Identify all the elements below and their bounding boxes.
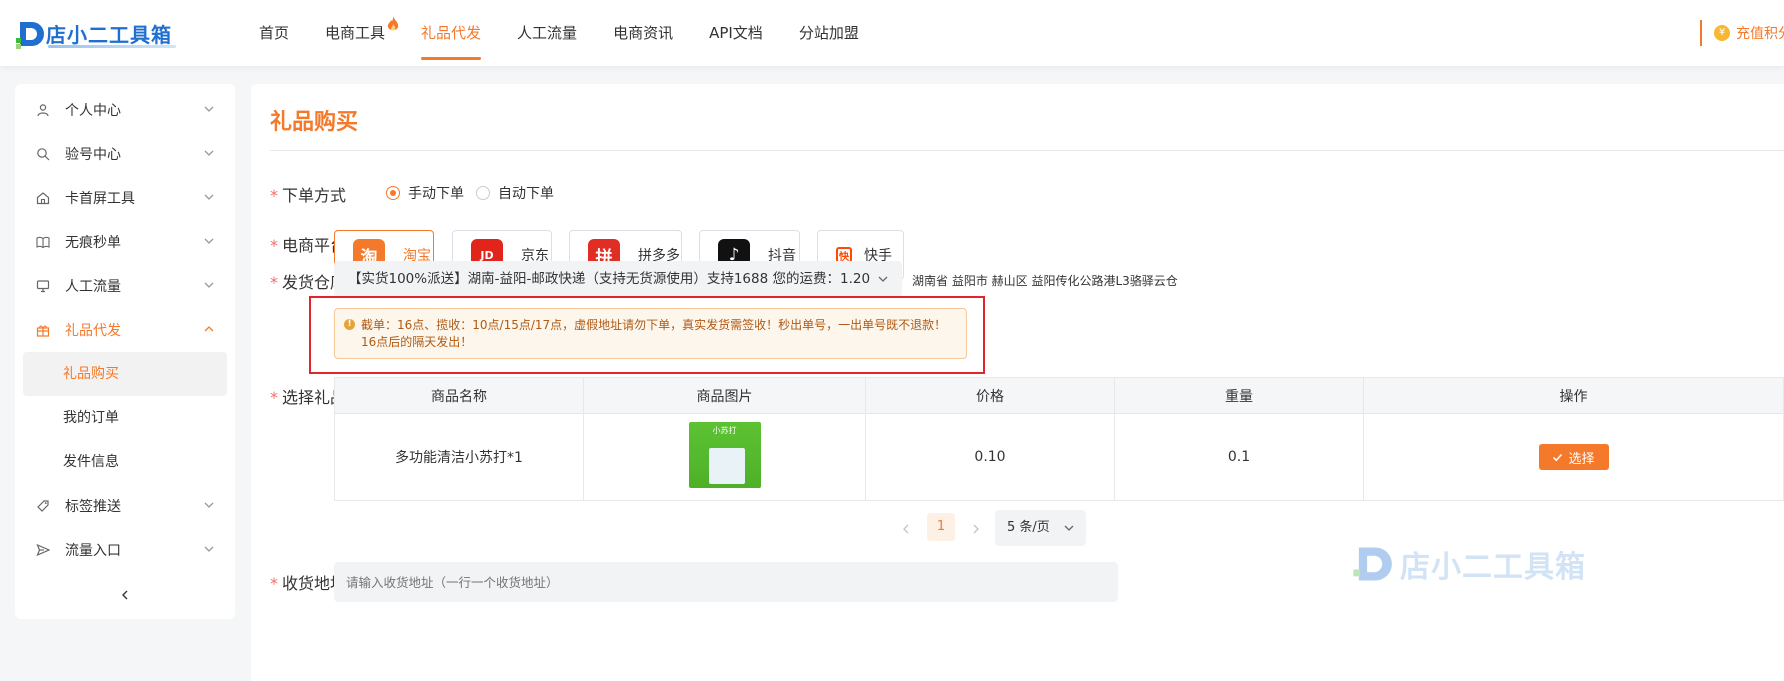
radio-manual-order[interactable]: 手动下单 <box>386 183 464 203</box>
fire-icon <box>387 16 399 31</box>
sidebar-item-label: 验号中心 <box>65 147 121 163</box>
sidebar-item-tag-push[interactable]: 标签推送 <box>15 484 235 528</box>
recharge-label: 充值积分 <box>1736 26 1784 42</box>
nav-ecommerce-news[interactable]: 电商资讯 <box>613 0 673 66</box>
nav-franchise[interactable]: 分站加盟 <box>799 0 859 66</box>
search-icon <box>35 146 51 162</box>
nav-api-docs[interactable]: API文档 <box>709 0 763 66</box>
warning-icon: ! <box>344 319 355 330</box>
chevron-up-icon <box>204 326 214 332</box>
book-icon <box>35 234 51 250</box>
order-mode-label: * 下单方式 <box>270 186 347 205</box>
page-title: 礼品购买 <box>270 110 359 135</box>
sidebar-item-traffic-entry[interactable]: 流量入口 <box>15 528 235 572</box>
chevron-down-icon <box>204 238 214 244</box>
page-number-current[interactable]: 1 <box>927 513 955 541</box>
sidebar-item-label: 人工流量 <box>65 279 121 295</box>
chevron-down-icon <box>204 150 214 156</box>
address-input[interactable] <box>334 562 1118 602</box>
nav-manual-traffic[interactable]: 人工流量 <box>517 0 577 66</box>
warehouse-select[interactable]: 【实货100%派送】湖南-益阳-邮政快递（支持无货源使用）支持1688 您的运费… <box>334 261 902 297</box>
product-image: 小苏打 <box>688 422 761 488</box>
sidebar-item-manual-traffic[interactable]: 人工流量 <box>15 264 235 308</box>
product-action-cell: 选择 <box>1363 413 1784 501</box>
top-header: 店小二工具箱 首页 电商工具 礼品代发 人工流量 电商资讯 API文档 分站加盟… <box>0 0 1784 66</box>
sidebar-subitem-sender-info[interactable]: 发件信息 <box>23 440 227 484</box>
sidebar-item-label: 标签推送 <box>65 499 121 515</box>
nav-home[interactable]: 首页 <box>259 0 289 66</box>
col-price: 价格 <box>865 377 1115 414</box>
sidebar-item-label: 无痕秒单 <box>65 235 121 251</box>
chevron-down-icon <box>204 546 214 552</box>
radio-dot <box>476 186 490 200</box>
chevron-left-icon <box>122 590 128 600</box>
send-icon <box>35 542 51 558</box>
sidebar-subitem-gift-purchase[interactable]: 礼品购买 <box>23 352 227 396</box>
col-product-name: 商品名称 <box>334 377 584 414</box>
nav-gift-delivery[interactable]: 礼品代发 <box>421 0 482 66</box>
divider <box>270 150 1784 151</box>
page-next-icon[interactable] <box>971 524 981 534</box>
sidebar-item-seamless-order[interactable]: 无痕秒单 <box>15 220 235 264</box>
coin-icon: ¥ <box>1714 25 1730 41</box>
nav-ecommerce-tools[interactable]: 电商工具 <box>325 0 399 66</box>
chevron-down-icon <box>204 106 214 112</box>
notice-alert: ! 截单：16点、揽收：10点/15点/17点，虚假地址请勿下单，真实发货需签收… <box>334 308 967 359</box>
sidebar-subitem-my-orders[interactable]: 我的订单 <box>23 396 227 440</box>
logo-icon <box>16 22 44 49</box>
chevron-down-icon <box>204 282 214 288</box>
chevron-down-icon <box>204 502 214 508</box>
page-size-select[interactable]: 5 条/页 <box>995 510 1086 546</box>
gift-table: 商品名称 商品图片 价格 重量 操作 多功能清洁小苏打*1 小苏打 0.10 0… <box>334 377 1784 501</box>
sidebar-item-label: 个人中心 <box>65 103 121 119</box>
site-logo[interactable]: 店小二工具箱 <box>16 18 176 50</box>
table-header-row: 商品名称 商品图片 价格 重量 操作 <box>334 377 1784 414</box>
monitor-icon <box>35 278 51 294</box>
select-product-button[interactable]: 选择 <box>1538 444 1609 470</box>
col-weight: 重量 <box>1114 377 1364 414</box>
logo-underline <box>48 45 176 48</box>
sidebar-item-label: 礼品代发 <box>65 323 121 339</box>
user-icon <box>35 102 51 118</box>
main-panel: 礼品购买 * 下单方式 手动下单 自动下单 * 电商平台 淘 淘宝 JD 京东 拼 … <box>251 84 1784 681</box>
product-name: 多功能清洁小苏打*1 <box>334 413 584 501</box>
product-weight: 0.1 <box>1114 413 1364 501</box>
sidebar-item-gift-delivery[interactable]: 礼品代发 <box>15 308 235 352</box>
product-image-cell: 小苏打 <box>583 413 866 501</box>
check-icon <box>1553 453 1563 461</box>
sidebar-collapse-button[interactable] <box>15 589 235 605</box>
logo-text: 店小二工具箱 <box>46 23 172 47</box>
col-product-image: 商品图片 <box>583 377 866 414</box>
radio-dot <box>386 186 400 200</box>
recharge-button[interactable]: ¥ 充值积分 <box>1700 20 1784 46</box>
radio-auto-order[interactable]: 自动下单 <box>476 183 554 203</box>
sidebar-item-personal-center[interactable]: 个人中心 <box>15 88 235 132</box>
sidebar: 个人中心 验号中心 卡首屏工具 无痕秒单 人工流量 礼品代发 礼品购买 我的订单… <box>15 84 235 619</box>
col-action: 操作 <box>1363 377 1784 414</box>
watermark: 店小二工具箱 <box>1352 542 1585 586</box>
sidebar-item-account-check[interactable]: 验号中心 <box>15 132 235 176</box>
gift-icon <box>35 322 51 338</box>
sidebar-item-label: 流量入口 <box>65 543 121 559</box>
tag-icon <box>35 498 51 514</box>
watermark-logo-icon <box>1353 547 1392 581</box>
watermark-text: 店小二工具箱 <box>1400 550 1586 585</box>
main-nav: 首页 电商工具 礼品代发 人工流量 电商资讯 API文档 分站加盟 <box>259 0 895 66</box>
chevron-down-icon <box>878 276 888 282</box>
chevron-down-icon <box>1064 525 1074 531</box>
product-price: 0.10 <box>865 413 1115 501</box>
chevron-down-icon <box>204 194 214 200</box>
page-prev-icon[interactable] <box>901 524 911 534</box>
nav-ecommerce-tools-label: 电商工具 <box>325 24 386 42</box>
table-row: 多功能清洁小苏打*1 小苏打 0.10 0.1 选择 <box>334 413 1784 501</box>
home-icon <box>35 190 51 206</box>
warehouse-address: 湖南省 益阳市 赫山区 益阳传化公路港L3骆驿云仓 <box>912 274 1178 288</box>
sidebar-item-label: 卡首屏工具 <box>65 191 135 207</box>
sidebar-item-first-screen-tool[interactable]: 卡首屏工具 <box>15 176 235 220</box>
